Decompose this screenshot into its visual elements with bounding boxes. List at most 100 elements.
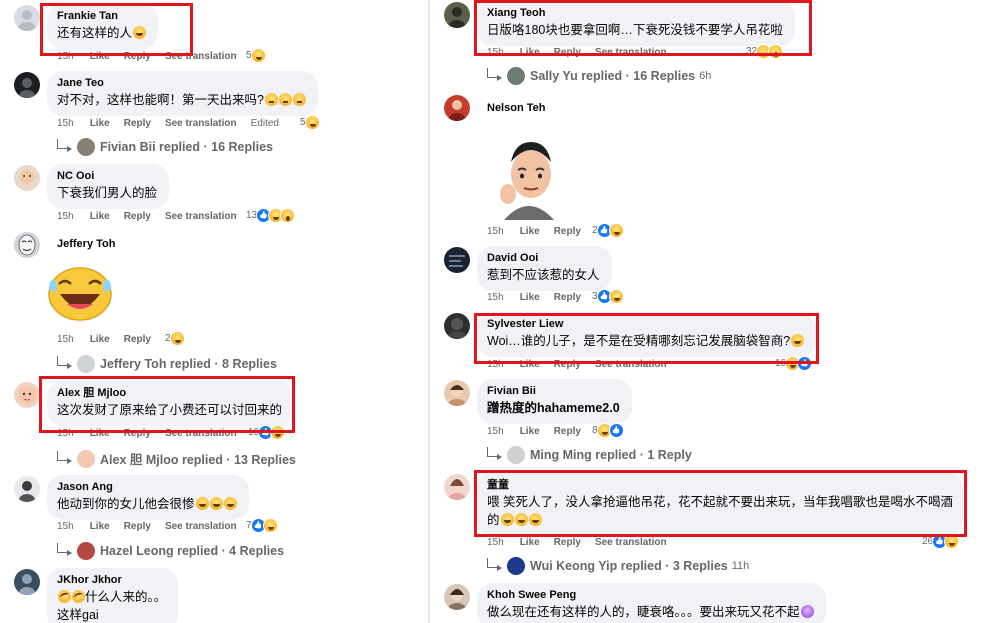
replies-summary: Sally Yu replied · 16 Replies: [530, 69, 696, 83]
comment-actions: 15h Like Reply: [487, 426, 595, 437]
like-button[interactable]: Like: [90, 211, 110, 222]
comment-author[interactable]: JKhor Jkhor: [57, 573, 166, 588]
reaction-summary[interactable]: 3: [592, 289, 624, 304]
avatar[interactable]: [14, 569, 40, 595]
comment-author[interactable]: Sylvester Liew: [487, 317, 804, 332]
replier-avatar: [507, 557, 525, 575]
see-translation-button[interactable]: See translation: [595, 47, 667, 58]
reply-button[interactable]: Reply: [554, 426, 581, 437]
avatar[interactable]: [14, 165, 40, 191]
avatar[interactable]: [444, 474, 470, 500]
replier-avatar: [77, 449, 95, 468]
like-button[interactable]: Like: [90, 428, 110, 439]
see-translation-button[interactable]: See translation: [595, 537, 667, 548]
reply-button[interactable]: Reply: [554, 292, 581, 303]
like-button[interactable]: Like: [90, 334, 110, 345]
reaction-summary[interactable]: 7: [246, 518, 278, 533]
view-replies-link[interactable]: Hazel Leong replied · 4 Replies: [57, 542, 284, 560]
reaction-summary[interactable]: 13: [246, 208, 296, 223]
see-translation-button[interactable]: See translation: [165, 521, 237, 532]
user-avatar-icon: [19, 481, 35, 502]
avatar[interactable]: [444, 247, 470, 273]
avatar[interactable]: [444, 313, 470, 339]
like-button[interactable]: Like: [520, 359, 540, 370]
wow-reaction-icon: [280, 208, 296, 223]
laugh-emoji-icon: [195, 497, 209, 510]
see-translation-button[interactable]: See translation: [165, 51, 237, 62]
reaction-summary[interactable]: 5: [246, 48, 266, 63]
reaction-summary[interactable]: 2: [165, 331, 185, 346]
comment-author[interactable]: Jeffery Toh: [57, 237, 115, 252]
avatar[interactable]: [444, 584, 470, 610]
user-avatar-icon: [448, 479, 466, 500]
user-avatar-icon: [449, 7, 465, 28]
reply-button[interactable]: Reply: [554, 537, 581, 548]
reaction-summary[interactable]: 2: [592, 223, 624, 238]
avatar[interactable]: [14, 5, 40, 31]
see-translation-button[interactable]: See translation: [165, 118, 237, 129]
comment-author[interactable]: Khoh Swee Peng: [487, 588, 814, 603]
comment-time: 15h: [487, 537, 504, 548]
like-button[interactable]: Like: [90, 118, 110, 129]
comment-actions: 15h Like Reply See translation Edited: [57, 118, 293, 129]
avatar[interactable]: [444, 2, 470, 28]
comment-author[interactable]: Frankie Tan: [57, 9, 146, 24]
comment-author[interactable]: Alex 胆 Mjloo: [57, 386, 282, 401]
comments-screenshot: Frankie Tan 还有这样的人 15h Like Reply See tr…: [0, 0, 1000, 623]
avatar[interactable]: [444, 380, 470, 406]
comment-bubble: Sylvester Liew Woi…谁的儿子，是不是在受精哪刻忘记发展脑袋智商…: [477, 312, 817, 357]
comment-author[interactable]: Xiang Teoh: [487, 6, 783, 21]
reply-button[interactable]: Reply: [124, 51, 151, 62]
comment-author[interactable]: Jane Teo: [57, 76, 306, 91]
comment-text: 做么现在还有这样的人的，睫衰咯。。。要出来玩又花不起: [487, 603, 814, 621]
comment-author[interactable]: Nelson Teh: [487, 101, 545, 116]
comment-author[interactable]: Fivian Bii: [487, 384, 620, 399]
like-button[interactable]: Like: [520, 47, 540, 58]
reply-button[interactable]: Reply: [124, 211, 151, 222]
see-translation-button[interactable]: See translation: [165, 211, 237, 222]
comment-author[interactable]: Jason Ang: [57, 480, 237, 495]
view-replies-link[interactable]: Sally Yu replied · 16 Replies 6h: [487, 67, 711, 85]
see-translation-button[interactable]: See translation: [165, 428, 237, 439]
view-replies-link[interactable]: Jeffery Toh replied · 8 Replies: [57, 355, 277, 373]
like-button[interactable]: Like: [90, 521, 110, 532]
avatar[interactable]: [14, 476, 40, 502]
replier-avatar: [77, 355, 95, 373]
like-button[interactable]: Like: [520, 426, 540, 437]
view-replies-link[interactable]: Alex 胆 Mjloo replied · 13 Replies: [57, 449, 296, 468]
reaction-summary[interactable]: 5: [300, 115, 320, 130]
reaction-summary[interactable]: 16: [775, 356, 813, 371]
reply-button[interactable]: Reply: [124, 334, 151, 345]
reply-button[interactable]: Reply: [124, 428, 151, 439]
avatar[interactable]: [14, 232, 40, 258]
reply-button[interactable]: Reply: [124, 521, 151, 532]
comment-text: Woi…谁的儿子，是不是在受精哪刻忘记发展脑袋智商?: [487, 332, 805, 350]
comment-bubble: Alex 胆 Mjloo 这次发财了原来给了小费还可以讨回来的: [47, 381, 295, 426]
baby-avatar-icon: [18, 386, 36, 404]
view-replies-link[interactable]: Ming Ming replied · 1 Reply: [487, 446, 692, 464]
reaction-summary[interactable]: 26: [922, 534, 960, 549]
like-button[interactable]: Like: [520, 292, 540, 303]
reaction-summary[interactable]: 8: [592, 423, 624, 438]
reply-button[interactable]: Reply: [554, 47, 581, 58]
like-button[interactable]: Like: [520, 537, 540, 548]
view-replies-link[interactable]: Fivian Bii replied · 16 Replies: [57, 138, 273, 156]
reply-button[interactable]: Reply: [124, 118, 151, 129]
reaction-summary[interactable]: 10: [248, 425, 286, 440]
comment-author[interactable]: 童童: [487, 478, 953, 493]
see-translation-button[interactable]: See translation: [595, 359, 667, 370]
reaction-summary[interactable]: 32: [746, 44, 784, 59]
comment-time: 15h: [57, 334, 74, 345]
avatar[interactable]: [14, 382, 40, 408]
reply-button[interactable]: Reply: [554, 226, 581, 237]
avatar[interactable]: [444, 95, 470, 121]
comment-author[interactable]: NC Ooi: [57, 169, 157, 184]
comment-author[interactable]: David Ooi: [487, 251, 600, 266]
comment-text: 还有这样的人: [57, 24, 147, 42]
reply-button[interactable]: Reply: [554, 359, 581, 370]
avatar[interactable]: [14, 72, 40, 98]
like-button[interactable]: Like: [90, 51, 110, 62]
user-avatar-icon: [19, 574, 35, 595]
view-replies-link[interactable]: Wui Keong Yip replied · 3 Replies 11h: [487, 557, 749, 575]
like-button[interactable]: Like: [520, 226, 540, 237]
